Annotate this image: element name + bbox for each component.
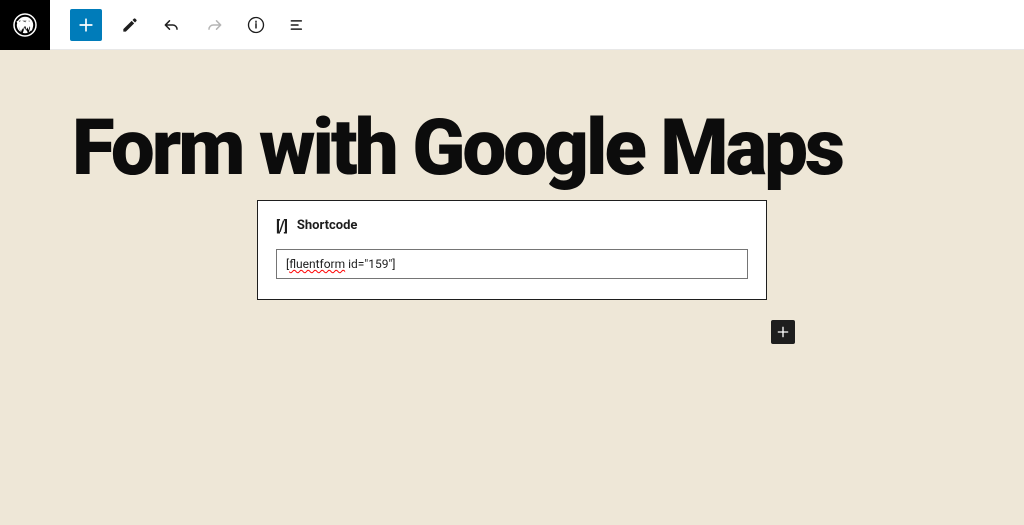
undo-icon	[162, 15, 182, 35]
block-appender-button[interactable]	[771, 320, 795, 344]
pencil-icon	[120, 15, 140, 35]
details-button[interactable]	[242, 11, 270, 39]
plus-icon	[76, 15, 96, 35]
redo-button	[200, 11, 228, 39]
editor-canvas[interactable]: Form with Google Maps [/] Shortcode [flu…	[0, 50, 1024, 525]
wordpress-icon	[13, 13, 37, 37]
shortcode-block-wrapper: [/] Shortcode [fluentform id="159"]	[257, 200, 767, 300]
outline-button[interactable]	[284, 11, 312, 39]
list-outline-icon	[288, 15, 308, 35]
add-block-button[interactable]	[70, 9, 102, 41]
edit-mode-button[interactable]	[116, 11, 144, 39]
wordpress-logo-button[interactable]	[0, 0, 50, 50]
page-title[interactable]: Form with Google Maps	[72, 108, 994, 190]
editor-toolbar	[0, 0, 1024, 50]
shortcode-block-label: Shortcode	[297, 218, 358, 233]
toolbar-actions	[70, 9, 312, 41]
shortcode-block[interactable]: [/] Shortcode [fluentform id="159"]	[257, 200, 767, 300]
undo-button[interactable]	[158, 11, 186, 39]
redo-icon	[204, 15, 224, 35]
info-icon	[246, 15, 266, 35]
shortcode-input[interactable]: [fluentform id="159"]	[276, 249, 748, 279]
shortcode-block-header: [/] Shortcode	[276, 217, 748, 235]
plus-icon	[775, 324, 791, 340]
shortcode-icon: [/]	[276, 217, 287, 235]
